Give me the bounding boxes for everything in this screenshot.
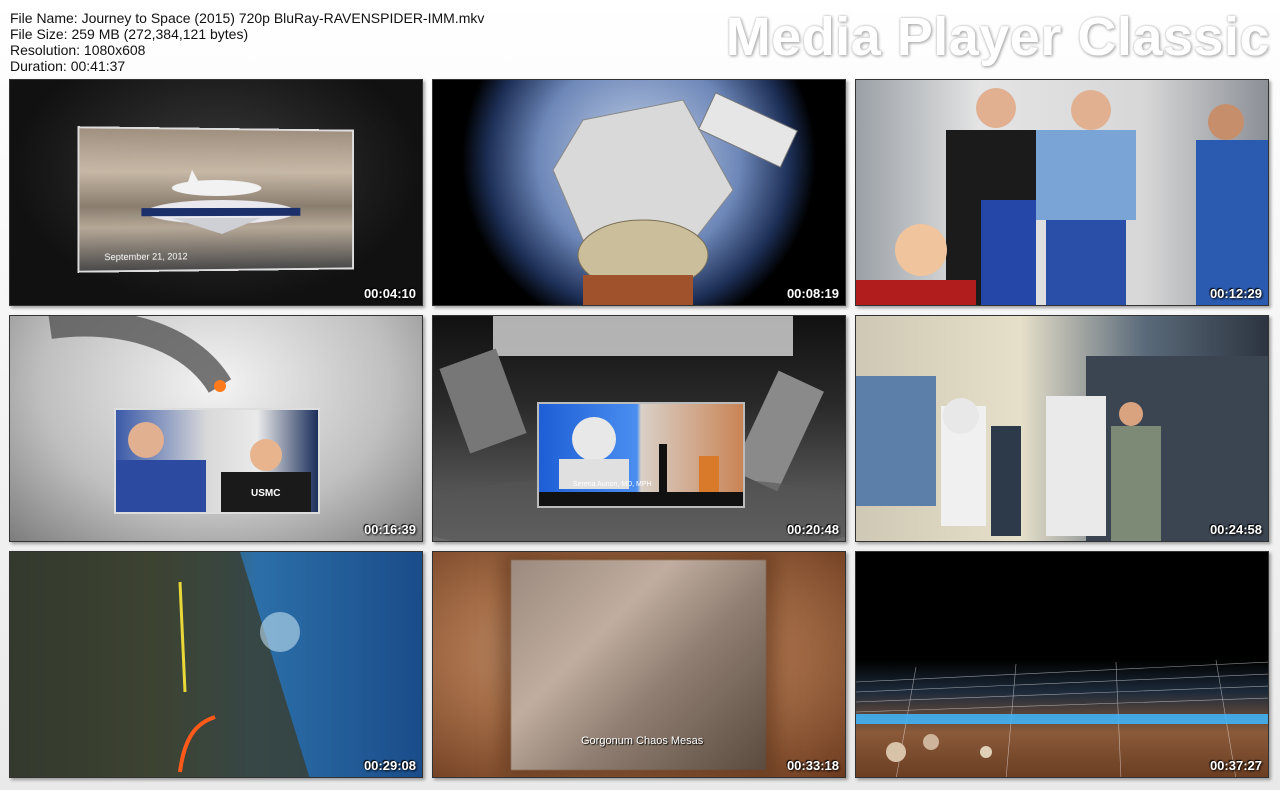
shuttle-on-747-icon [141, 169, 301, 235]
timestamp: 00:04:10 [363, 286, 416, 301]
timestamp: 00:29:08 [363, 758, 416, 773]
timestamp: 00:16:39 [363, 522, 416, 537]
thumbnail-2[interactable]: 00:08:19 [432, 79, 846, 306]
space-station-icon [552, 92, 798, 305]
thumbnail-9[interactable]: 00:37:27 [855, 551, 1269, 778]
thumbnail-3[interactable]: 00:12:29 [855, 79, 1269, 306]
crew-icon: USMC [116, 422, 311, 512]
astronaut-screen-icon [539, 417, 743, 506]
wireframe-terrain-icon [856, 659, 1268, 777]
inset-crew: USMC [114, 408, 320, 514]
spacesuit-lab-icon [856, 356, 1268, 541]
thumbnail-7[interactable]: 00:29:08 [9, 551, 423, 778]
thumbnail-8[interactable]: Gorgonum Chaos Mesas 00:33:18 [432, 551, 846, 778]
thumbnail-4[interactable]: USMC 00:16:39 [9, 315, 423, 542]
inset-lecture: Serena Aunon, MD, MPH [537, 402, 745, 508]
timestamp: 00:37:27 [1209, 758, 1262, 773]
thumbnail-5[interactable]: Serena Aunon, MD, MPH 00:20:48 [432, 315, 846, 542]
svg-text:USMC: USMC [251, 488, 280, 499]
timestamp: 00:24:58 [1209, 522, 1262, 537]
thumbnail-6[interactable]: 00:24:58 [855, 315, 1269, 542]
timestamp: 00:33:18 [786, 758, 839, 773]
inset-shuttle: September 21, 2012 [77, 126, 354, 273]
thumb-caption: September 21, 2012 [104, 251, 188, 263]
astronauts-handshake-icon [856, 88, 1268, 305]
thumbnail-1[interactable]: September 21, 2012 00:04:10 [9, 79, 423, 306]
timestamp: 00:08:19 [786, 286, 839, 301]
thumb-caption: Gorgonum Chaos Mesas [581, 735, 704, 747]
thumbnail-grid: September 21, 2012 00:04:10 00:08:19 00:… [0, 0, 1280, 790]
underwater-wreck-icon [10, 552, 310, 777]
thumb-caption: Serena Aunon, MD, MPH [573, 481, 652, 488]
timestamp: 00:12:29 [1209, 286, 1262, 301]
timestamp: 00:20:48 [786, 522, 839, 537]
